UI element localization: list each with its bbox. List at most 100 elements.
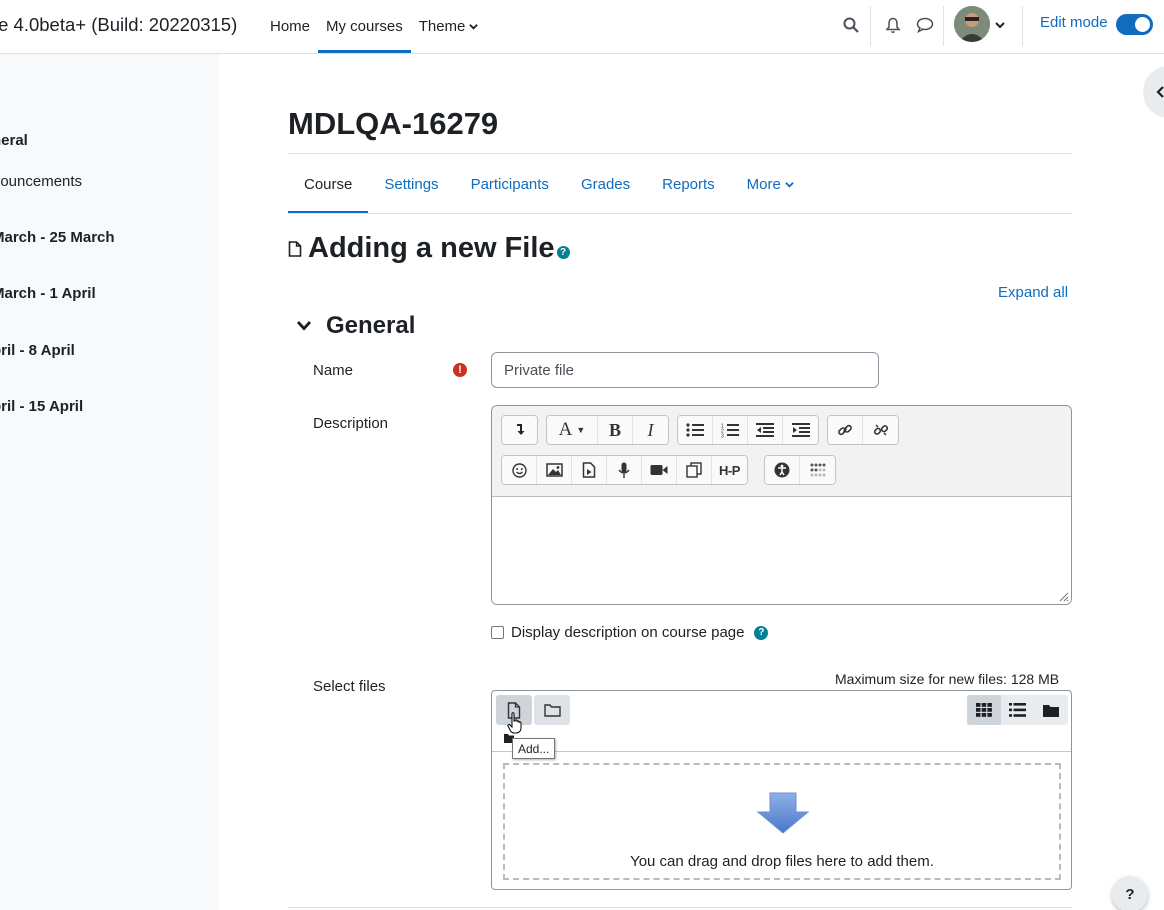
file-view-switcher: [967, 695, 1068, 725]
page-title: Adding a new File: [308, 232, 555, 264]
file-dropzone[interactable]: You can drag and drop files here to add …: [503, 763, 1061, 880]
unlink-icon[interactable]: [863, 416, 898, 444]
emoji-icon[interactable]: [502, 456, 537, 484]
navbar-divider: [1022, 6, 1023, 46]
nav-my-courses[interactable]: My courses: [318, 0, 411, 53]
toolbar-group: 123: [677, 415, 819, 445]
tab-participants[interactable]: Participants: [455, 154, 565, 214]
svg-text:3: 3: [721, 433, 724, 438]
nav-theme[interactable]: Theme: [411, 0, 487, 53]
hand-cursor-icon: [507, 712, 522, 734]
course-index-drawer: neral nouncements March - 25 March March…: [0, 54, 219, 910]
toolbar-group: [501, 415, 538, 445]
grid-view-icon[interactable]: [967, 695, 1001, 725]
screen-reader-helper-icon[interactable]: [800, 456, 835, 484]
nav-home[interactable]: Home: [262, 0, 318, 53]
page-heading: Adding a new File ?: [288, 232, 570, 265]
nav-home-label: Home: [270, 18, 311, 35]
edit-mode-toggle[interactable]: [1116, 14, 1153, 35]
ordered-list-icon[interactable]: 123: [713, 416, 748, 444]
link-icon[interactable]: [828, 416, 863, 444]
required-icon: !: [453, 363, 467, 377]
site-name[interactable]: le 4.0beta+ (Build: 20220315): [0, 14, 237, 36]
description-editor: A ▼ B I 123 H-P: [491, 405, 1072, 605]
drop-arrow-icon: [757, 792, 809, 834]
top-navbar: le 4.0beta+ (Build: 20220315) Home My co…: [0, 0, 1164, 54]
tab-course[interactable]: Course: [288, 154, 369, 214]
help-button[interactable]: ?: [1112, 876, 1148, 910]
file-icon: [288, 240, 302, 257]
display-description-row: Display description on course page ?: [491, 624, 769, 641]
editor-toolbar: A ▼ B I 123 H-P: [492, 406, 1071, 497]
toolbar-group: A ▼ B I: [546, 415, 669, 445]
toolbar-group: [827, 415, 899, 445]
folder-icon: [543, 704, 561, 717]
tab-reports[interactable]: Reports: [646, 154, 731, 214]
drawer-section-week-2[interactable]: March - 1 April: [0, 285, 96, 302]
expand-all-link[interactable]: Expand all: [998, 284, 1068, 301]
primary-navigation: Home My courses Theme: [262, 0, 486, 53]
bold-icon[interactable]: B: [598, 416, 633, 444]
file-picker-divider: [492, 751, 1071, 752]
toolbar-group: [764, 455, 836, 485]
display-description-checkbox[interactable]: [491, 626, 504, 639]
record-audio-icon[interactable]: [607, 456, 642, 484]
name-input[interactable]: [491, 352, 879, 388]
nav-my-courses-label: My courses: [326, 18, 403, 35]
accessibility-checker-icon[interactable]: [765, 456, 800, 484]
media-icon[interactable]: [572, 456, 607, 484]
dropzone-text: You can drag and drop files here to add …: [630, 853, 934, 870]
drawer-section-week-1[interactable]: March - 25 March: [0, 229, 115, 246]
tab-settings[interactable]: Settings: [368, 154, 454, 214]
manage-files-icon[interactable]: [677, 456, 712, 484]
outdent-icon[interactable]: [748, 416, 783, 444]
italic-icon[interactable]: I: [633, 416, 668, 444]
max-file-size-text: Maximum size for new files: 128 MB: [835, 671, 1060, 687]
list-view-icon[interactable]: [1001, 695, 1035, 725]
select-files-label: Select files: [313, 678, 386, 695]
chevron-down-icon: [469, 24, 479, 30]
edit-mode-label: Edit mode: [1040, 14, 1108, 31]
user-menu-chevron-icon[interactable]: [992, 14, 1008, 36]
create-folder-button[interactable]: [534, 695, 570, 725]
show-more-buttons-icon[interactable]: [502, 416, 537, 444]
toolbar-group: H-P: [501, 455, 748, 485]
drawer-section-week-3[interactable]: pril - 8 April: [0, 342, 75, 359]
font-style-icon[interactable]: A ▼: [547, 416, 598, 444]
unordered-list-icon[interactable]: [678, 416, 713, 444]
user-avatar[interactable]: [954, 6, 990, 42]
resize-handle-icon[interactable]: [1057, 590, 1069, 602]
navbar-divider: [943, 6, 944, 46]
indent-icon[interactable]: [783, 416, 818, 444]
display-description-label[interactable]: Display description on course page: [511, 624, 744, 641]
messages-bubble-icon[interactable]: [914, 14, 936, 36]
divider: [288, 907, 1072, 908]
section-general-header[interactable]: General: [296, 312, 415, 340]
tab-grades[interactable]: Grades: [565, 154, 646, 214]
search-icon[interactable]: [840, 14, 862, 36]
drawer-section-week-4[interactable]: pril - 15 April: [0, 398, 83, 415]
notifications-bell-icon[interactable]: [882, 14, 904, 36]
tree-view-folder-icon[interactable]: [1034, 695, 1068, 725]
description-textarea[interactable]: [492, 497, 1071, 604]
tab-more[interactable]: More: [731, 154, 810, 214]
navbar-divider: [870, 6, 871, 46]
drawer-section-general[interactable]: neral: [0, 132, 28, 149]
drawer-item-announcements[interactable]: nouncements: [0, 173, 82, 190]
section-general-title: General: [326, 312, 416, 339]
tab-more-label: More: [746, 175, 781, 193]
course-secondary-navigation: Course Settings Participants Grades Repo…: [288, 154, 810, 214]
block-drawer-toggle[interactable]: [1143, 66, 1164, 118]
divider: [288, 213, 1072, 214]
nav-theme-label: Theme: [418, 18, 466, 35]
help-icon[interactable]: ?: [754, 625, 769, 640]
add-tooltip: Add...: [512, 738, 556, 759]
help-icon[interactable]: ?: [556, 246, 570, 259]
image-icon[interactable]: [537, 456, 572, 484]
chevron-down-icon: [296, 321, 312, 331]
record-video-icon[interactable]: [642, 456, 677, 484]
chevron-left-icon: [1156, 86, 1164, 98]
h5p-icon[interactable]: H-P: [712, 456, 747, 484]
description-label: Description: [313, 415, 389, 432]
name-label: Name: [313, 362, 354, 379]
